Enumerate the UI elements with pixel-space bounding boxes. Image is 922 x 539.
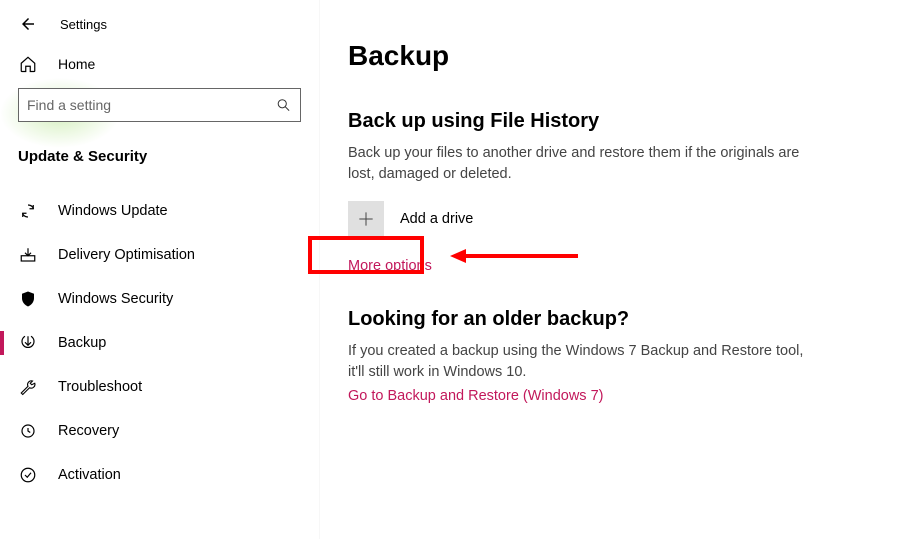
- sidebar-item-windows-security[interactable]: Windows Security: [0, 277, 319, 321]
- search-icon: [276, 98, 291, 113]
- sidebar-item-windows-update[interactable]: Windows Update: [0, 189, 319, 233]
- main-content: Backup Back up using File History Back u…: [320, 0, 922, 539]
- activation-icon: [18, 465, 38, 485]
- page-title: Backup: [348, 40, 894, 72]
- wrench-icon: [18, 377, 38, 397]
- section-heading: Looking for an older backup?: [348, 308, 894, 331]
- sidebar: Settings Home Update & Security Windows …: [0, 0, 320, 539]
- nav-list: Windows Update Delivery Optimisation Win…: [0, 189, 319, 497]
- sidebar-item-label: Delivery Optimisation: [58, 247, 195, 263]
- sidebar-item-label: Windows Security: [58, 291, 173, 307]
- sidebar-item-troubleshoot[interactable]: Troubleshoot: [0, 365, 319, 409]
- recovery-icon: [18, 421, 38, 441]
- section-description: Back up your files to another drive and …: [348, 143, 808, 185]
- arrow-left-icon: [19, 15, 37, 33]
- back-button[interactable]: [18, 14, 38, 34]
- section-heading: Back up using File History: [348, 110, 894, 133]
- home-nav[interactable]: Home: [0, 44, 319, 84]
- backup-icon: [18, 333, 38, 353]
- shield-icon: [18, 289, 38, 309]
- sidebar-item-label: Activation: [58, 467, 121, 483]
- more-options-link[interactable]: More options: [348, 258, 432, 274]
- delivery-icon: [18, 245, 38, 265]
- sidebar-item-label: Troubleshoot: [58, 379, 142, 395]
- sidebar-item-activation[interactable]: Activation: [0, 453, 319, 497]
- add-drive-label: Add a drive: [400, 211, 473, 227]
- file-history-section: Back up using File History Back up your …: [348, 110, 894, 302]
- category-header: Update & Security: [0, 132, 319, 179]
- plus-icon: [356, 209, 376, 229]
- sync-icon: [18, 201, 38, 221]
- sidebar-item-delivery-optimisation[interactable]: Delivery Optimisation: [0, 233, 319, 277]
- sidebar-item-label: Windows Update: [58, 203, 168, 219]
- sidebar-item-recovery[interactable]: Recovery: [0, 409, 319, 453]
- home-icon: [18, 54, 38, 74]
- backup-restore-win7-link[interactable]: Go to Backup and Restore (Windows 7): [348, 388, 603, 404]
- search-input[interactable]: [18, 88, 301, 122]
- sidebar-item-label: Recovery: [58, 423, 119, 439]
- older-backup-section: Looking for an older backup? If you crea…: [348, 308, 894, 404]
- sidebar-item-label: Backup: [58, 335, 106, 351]
- home-label: Home: [58, 56, 95, 72]
- sidebar-item-backup[interactable]: Backup: [0, 321, 319, 365]
- add-drive-button[interactable]: [348, 201, 384, 237]
- app-title: Settings: [60, 17, 107, 32]
- section-description: If you created a backup using the Window…: [348, 341, 808, 383]
